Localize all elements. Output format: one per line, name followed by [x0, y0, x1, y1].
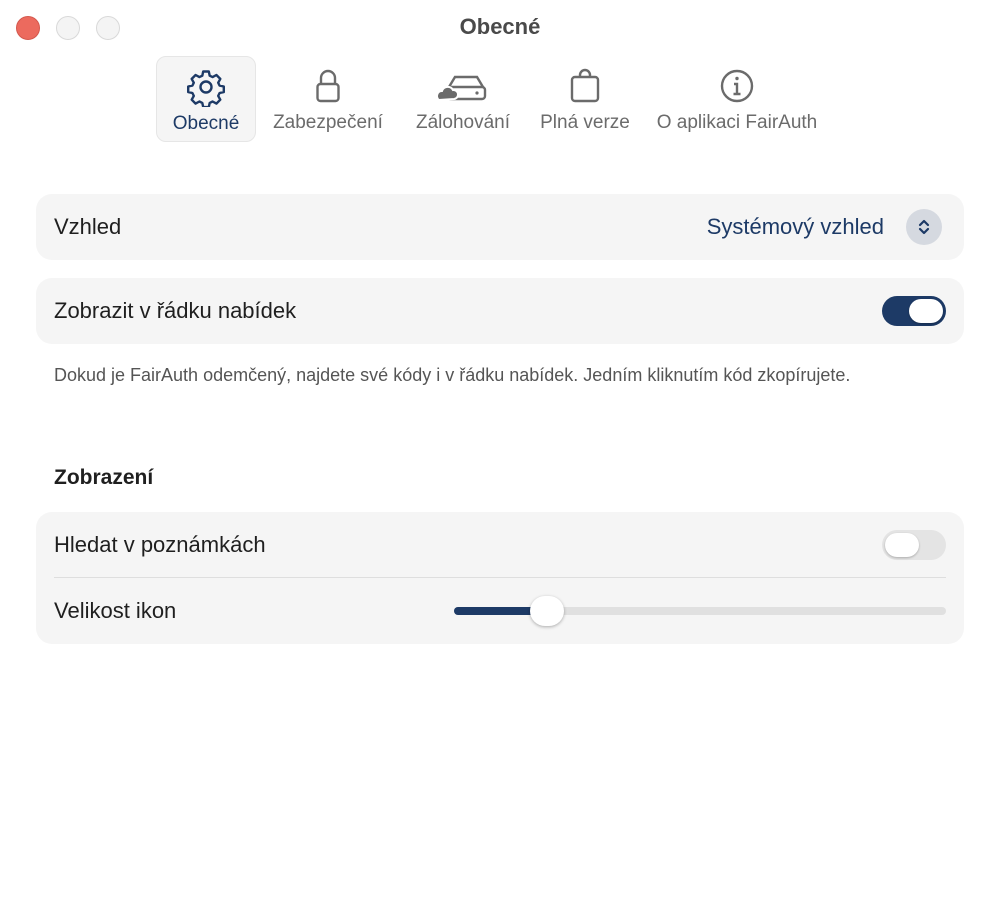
icon-size-row: Velikost ikon — [36, 578, 964, 644]
menubar-card: Zobrazit v řádku nabídek — [36, 278, 964, 344]
tab-label: Zálohování — [415, 112, 510, 133]
icon-size-slider[interactable] — [454, 596, 946, 626]
tab-label: Zabezpečení — [273, 112, 383, 133]
appearance-label: Vzhled — [54, 214, 122, 239]
tab-about[interactable]: O aplikaci FairAuth — [644, 56, 830, 142]
search-notes-label: Hledat v poznámkách — [54, 532, 266, 557]
tab-general[interactable]: Obecné — [156, 56, 256, 142]
toggle-knob — [909, 299, 943, 323]
tab-label: Plná verze — [540, 112, 630, 133]
lock-icon — [308, 66, 348, 106]
display-section-heading: Zobrazení — [54, 466, 154, 489]
tab-backup[interactable]: Zálohování — [400, 56, 526, 142]
info-circle-icon — [717, 66, 757, 106]
slider-thumb[interactable] — [530, 596, 565, 626]
appearance-row: Vzhled Systémový vzhled — [36, 194, 964, 260]
appearance-value: Systémový vzhled — [706, 214, 884, 239]
menubar-description: Dokud je FairAuth odemčený, najdete své … — [54, 365, 851, 385]
display-card: Hledat v poznámkách Velikost ikon — [36, 512, 964, 644]
tab-label: O aplikaci FairAuth — [656, 112, 818, 133]
window-title: Obecné — [459, 14, 541, 39]
tab-label: Obecné — [172, 113, 240, 134]
icon-size-label: Velikost ikon — [54, 598, 177, 623]
cloud-drive-icon — [435, 66, 491, 106]
appearance-popup-button[interactable]: Systémový vzhled — [707, 209, 942, 245]
chevron-up-down-icon — [906, 209, 942, 245]
toggle-knob — [885, 533, 919, 557]
gear-icon — [186, 67, 226, 107]
tab-security[interactable]: Zabezpečení — [256, 56, 400, 142]
menubar-row: Zobrazit v řádku nabídek — [36, 278, 964, 344]
tab-full-version[interactable]: Plná verze — [526, 56, 644, 142]
search-notes-row: Hledat v poznámkách — [36, 512, 964, 578]
appearance-card: Vzhled Systémový vzhled — [36, 194, 964, 260]
settings-toolbar: Obecné Zabezpečení Zálohování Plná verze… — [156, 56, 830, 142]
search-notes-toggle[interactable] — [882, 530, 946, 560]
shopping-bag-icon — [565, 66, 605, 106]
menubar-toggle[interactable] — [882, 296, 946, 326]
menubar-label: Zobrazit v řádku nabídek — [54, 298, 297, 323]
